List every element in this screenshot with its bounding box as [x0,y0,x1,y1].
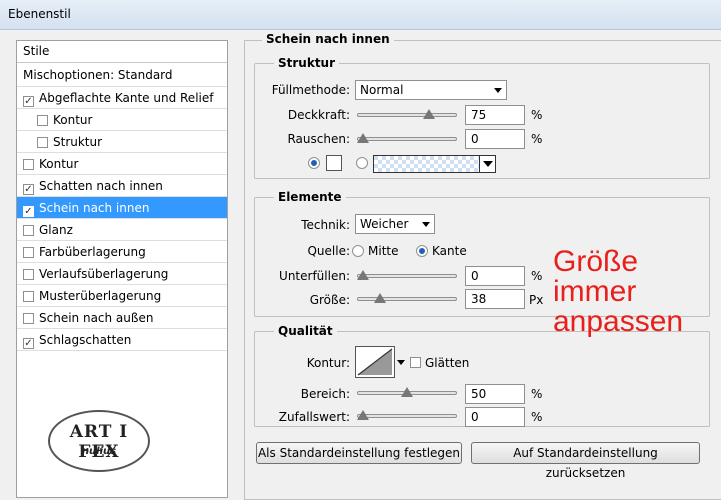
slider-track [357,414,457,418]
slider-thumb[interactable] [423,109,435,119]
size-input[interactable]: 38 [465,289,525,309]
style-item-bevel-contour[interactable]: Kontur [17,109,227,131]
gradient-radio[interactable] [356,157,368,169]
choke-input[interactable]: 0 [465,266,525,286]
style-item-stroke[interactable]: Kontur [17,153,227,175]
noise-label: Rauschen: [287,132,350,146]
slider-track [357,113,457,117]
contour-curve-icon [357,348,393,376]
source-edge-radio[interactable] [416,245,428,257]
source-center-radio[interactable] [352,245,364,257]
gradient-picker[interactable] [373,155,496,173]
antialias-checkbox[interactable] [410,357,421,368]
source-label: Quelle: [307,244,350,258]
annotation-line: Größe [553,245,639,278]
checkbox-color-overlay[interactable] [23,247,34,258]
checkbox-pattern-overlay[interactable] [23,291,34,302]
slider-track [357,274,457,278]
slider-thumb[interactable] [357,270,369,280]
checkbox-texture[interactable] [37,137,48,148]
checkbox-inner-glow[interactable]: ✓ [23,206,34,217]
technique-select[interactable]: Weicher [355,214,435,234]
blending-options-item[interactable]: Mischoptionen: Standard [17,63,227,87]
checkbox-gradient-overlay[interactable] [23,269,34,280]
annotation-text: Größe immer anpassen [553,247,683,337]
choke-unit: % [531,269,543,283]
technique-value: Weicher [360,217,409,231]
elemente-title: Elemente [274,190,346,204]
contour-label: Kontur: [306,356,350,370]
antialias-label: Glätten [425,356,470,370]
jitter-label: Zufallswert: [278,410,350,424]
chevron-down-icon [422,222,430,227]
annotation-line: anpassen [553,305,684,338]
chevron-down-icon[interactable] [396,355,406,369]
jitter-input[interactable]: 0 [465,407,525,427]
style-item-pattern-overlay[interactable]: Musterüberlagerung [17,285,227,307]
jitter-slider[interactable] [357,409,457,423]
checkbox-bevel-contour[interactable] [37,115,48,126]
slider-thumb[interactable] [357,410,369,420]
logo-subtext: nulius [81,446,117,457]
range-label: Bereich: [300,387,350,401]
slider-thumb[interactable] [401,387,413,397]
slider-thumb[interactable] [357,133,369,143]
annotation-line: immer [553,275,637,308]
checkbox-stroke[interactable] [23,159,34,170]
blend-mode-label: Füllmethode: [271,83,350,97]
panel-title: Schein nach innen [262,32,394,46]
checkbox-bevel-emboss[interactable]: ✓ [23,96,34,107]
style-item-drop-shadow[interactable]: ✓ Schlagschatten [17,329,227,351]
reset-default-button[interactable]: Auf Standardeinstellung zurücksetzen [471,442,700,480]
slider-track [357,137,457,141]
styles-header: Stile [17,41,227,63]
style-item-inner-shadow[interactable]: ✓ Schatten nach innen [17,175,227,197]
chevron-down-icon[interactable] [479,156,495,172]
noise-input[interactable]: 0 [465,129,525,149]
style-item-bevel-emboss[interactable]: ✓ Abgeflachte Kante und Relief [17,87,227,109]
range-input[interactable]: 50 [465,384,525,404]
style-item-outer-glow[interactable]: Schein nach außen [17,307,227,329]
window-title: Ebenenstil [8,7,71,21]
range-unit: % [531,387,543,401]
jitter-unit: % [531,410,543,424]
slider-track [357,297,457,301]
solid-color-radio[interactable] [308,157,320,169]
style-item-satin[interactable]: Glanz [17,219,227,241]
style-item-inner-glow[interactable]: ✓ Schein nach innen [17,197,227,219]
opacity-input[interactable]: 75 [465,105,525,125]
opacity-label: Deckkraft: [287,108,350,122]
chevron-down-icon [494,88,502,93]
artifex-logo: ART I FEX nulius [48,410,150,472]
size-unit: Px [529,293,544,307]
choke-slider[interactable] [357,269,457,283]
style-item-color-overlay[interactable]: Farbüberlagerung [17,241,227,263]
make-default-button[interactable]: Als Standardeinstellung festlegen [256,442,462,464]
source-center-label: Mitte [368,244,399,258]
noise-slider[interactable] [357,132,457,146]
style-item-gradient-overlay[interactable]: Verlaufsüberlagerung [17,263,227,285]
size-slider[interactable] [357,292,457,306]
blend-mode-value: Normal [360,83,404,97]
checkbox-inner-shadow[interactable]: ✓ [23,184,34,195]
contour-picker[interactable] [355,346,405,378]
style-item-texture[interactable]: Struktur [17,131,227,153]
blend-mode-select[interactable]: Normal [355,80,507,100]
glow-color-swatch[interactable] [326,155,342,171]
checkbox-outer-glow[interactable] [23,313,34,324]
noise-unit: % [531,132,543,146]
struktur-title: Struktur [274,56,340,70]
checkbox-drop-shadow[interactable]: ✓ [23,338,34,349]
technique-label: Technik: [301,218,350,232]
choke-label: Unterfüllen: [279,269,350,283]
range-slider[interactable] [357,386,457,400]
title-bar: Ebenenstil [0,0,721,30]
opacity-slider[interactable] [357,108,457,122]
qualitaet-title: Qualität [274,324,337,338]
checkbox-satin[interactable] [23,225,34,236]
source-edge-label: Kante [432,244,467,258]
slider-thumb[interactable] [373,293,386,303]
size-label: Größe: [309,293,350,307]
opacity-unit: % [531,108,543,122]
